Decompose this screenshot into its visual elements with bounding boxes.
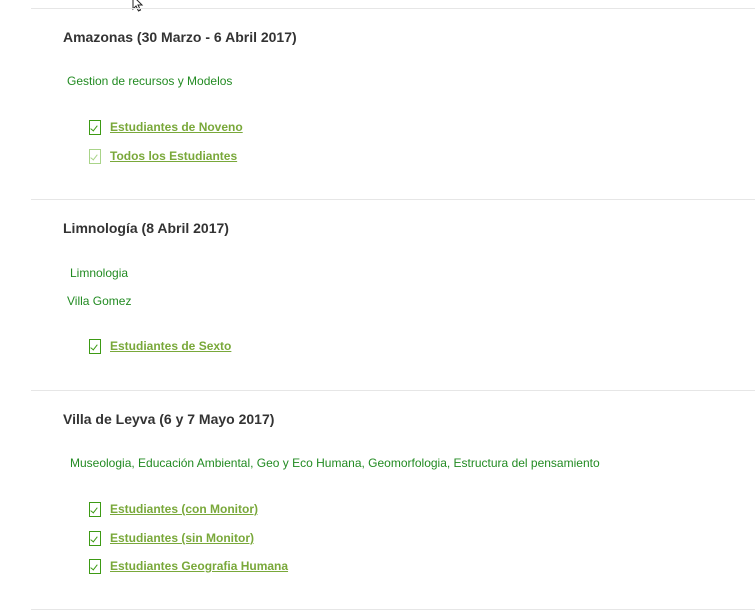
download-link-label: Estudiantes de Noveno — [110, 120, 243, 134]
divider — [31, 199, 755, 200]
download-link[interactable]: Estudiantes de Sexto — [89, 337, 231, 355]
document-check-icon — [89, 338, 101, 354]
section-title: Villa de Leyva (6 y 7 Mayo 2017) — [63, 411, 275, 427]
document-check-icon — [89, 501, 101, 517]
divider — [31, 609, 755, 610]
download-link[interactable]: Estudiantes (sin Monitor) — [89, 529, 254, 547]
section-title: Amazonas (30 Marzo - 6 Abril 2017) — [63, 29, 297, 45]
section-title: Limnología (8 Abril 2017) — [63, 220, 229, 236]
mouse-pointer-icon — [132, 0, 144, 12]
section-subtitle: Limnologia — [70, 266, 129, 280]
download-link-label: Todos los Estudiantes — [110, 149, 238, 163]
document-check-icon — [89, 530, 101, 546]
divider — [31, 8, 755, 9]
download-link-label: Estudiantes (sin Monitor) — [110, 531, 254, 545]
document-check-icon — [89, 148, 101, 164]
download-link[interactable]: Estudiantes (con Monitor) — [89, 500, 258, 518]
download-link-label: Estudiantes Geografia Humana — [110, 559, 289, 573]
document-check-icon — [89, 119, 101, 135]
document-check-icon — [89, 558, 101, 574]
section-subtitle: Villa Gomez — [67, 294, 132, 308]
page: Amazonas (30 Marzo - 6 Abril 2017) Gesti… — [0, 0, 755, 611]
download-link[interactable]: Estudiantes Geografia Humana — [89, 557, 288, 575]
download-link-label: Estudiantes (con Monitor) — [110, 502, 258, 516]
section-subtitle: Museologia, Educación Ambiental, Geo y E… — [70, 456, 600, 470]
download-link[interactable]: Todos los Estudiantes — [89, 147, 237, 165]
download-link-label: Estudiantes de Sexto — [110, 339, 232, 353]
section-subtitle: Gestion de recursos y Modelos — [67, 74, 233, 88]
download-link[interactable]: Estudiantes de Noveno — [89, 118, 243, 136]
divider — [31, 390, 755, 391]
